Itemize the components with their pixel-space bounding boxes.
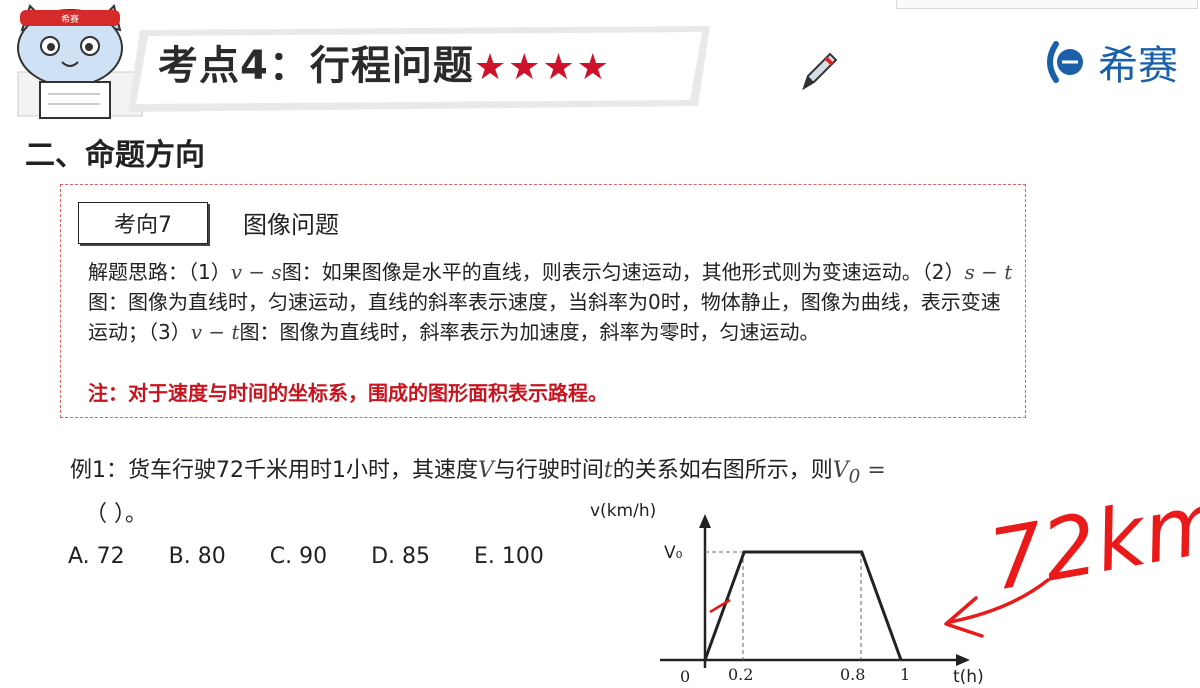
question-text-b: 与行驶时间 — [493, 458, 604, 483]
red-annotation-tick — [709, 598, 731, 614]
option-b[interactable]: B. 80 — [169, 544, 226, 569]
tip-text-1: 解题思路：（1） — [88, 260, 231, 284]
pencil-icon[interactable] — [796, 48, 842, 94]
option-c[interactable]: C. 90 — [270, 544, 327, 569]
math-t: t — [603, 458, 613, 483]
v0-label: V₀ — [664, 543, 683, 563]
math-s-t: s − t — [964, 260, 1013, 284]
math-V: V — [478, 458, 494, 483]
tip-box: 考向7 图像问题 解题思路：（1）v − s图：如果图像是水平的直线，则表示匀速… — [60, 184, 1026, 418]
brand-logo: 希赛 — [1040, 36, 1178, 89]
math-v-s: v − s — [230, 260, 282, 284]
tick-1: 1 — [900, 665, 910, 684]
tip-text-2: 图：如果图像是水平的直线，则表示匀速运动，其他形式则为变速运动。（2） — [281, 260, 965, 284]
answer-options: A. 72 B. 80 C. 90 D. 85 E. 100 — [68, 544, 588, 569]
question-text-c: 的关系如右图所示，则 — [612, 458, 833, 483]
svg-text:希赛: 希赛 — [61, 13, 79, 25]
handwritten-annotation: 72km — [944, 472, 1200, 638]
solution-approach-text: 解题思路：（1）v − s图：如果图像是水平的直线，则表示匀速运动，其他形式则为… — [88, 257, 1018, 347]
tip-note: 注：对于速度与时间的坐标系，围成的图形面积表示路程。 — [88, 381, 608, 405]
tick-0.2: 0.2 — [728, 665, 753, 684]
option-d[interactable]: D. 85 — [371, 544, 430, 569]
tick-0.8: 0.8 — [840, 665, 865, 684]
y-axis-arrow — [699, 514, 711, 528]
math-v-t: v − t — [190, 320, 240, 344]
topic-tag: 考向7 — [78, 202, 208, 244]
velocity-line — [703, 550, 903, 661]
section-heading: 二、命题方向 — [25, 138, 205, 173]
answer-blank: （ ）。 — [85, 502, 147, 527]
tick-0: 0 — [680, 667, 690, 686]
logo-text: 希赛 — [1098, 43, 1178, 89]
x-axis-label: t(h) — [953, 667, 984, 687]
page-title: 考点4：行程问题★★★★ — [158, 33, 611, 91]
question-text-a: 例1：货车行驶72千米用时1小时，其速度 — [70, 458, 478, 483]
math-V0-subscript: 0 — [848, 466, 861, 488]
math-V0: V — [832, 458, 849, 483]
top-toolbar-edge — [896, 0, 1198, 9]
logo-mark-icon — [1047, 41, 1083, 83]
tip-text-4: 图：图像为直线时，斜率表示为加速度，斜率为零时，匀速运动。 — [239, 320, 820, 344]
example-question: 例1：货车行驶72千米用时1小时，其速度V与行驶时间t的关系如右图所示，则V0 … — [70, 452, 886, 487]
option-a[interactable]: A. 72 — [68, 544, 125, 569]
page-title-text: 考点4：行程问题 — [158, 43, 474, 89]
difficulty-stars: ★★★★ — [473, 47, 611, 88]
option-e[interactable]: E. 100 — [474, 544, 544, 569]
handwritten-note-text: 72km — [982, 472, 1200, 610]
math-equals: = — [860, 458, 886, 483]
y-axis-label: v(km/h) — [590, 501, 656, 521]
topic-title: 图像问题 — [243, 211, 339, 239]
